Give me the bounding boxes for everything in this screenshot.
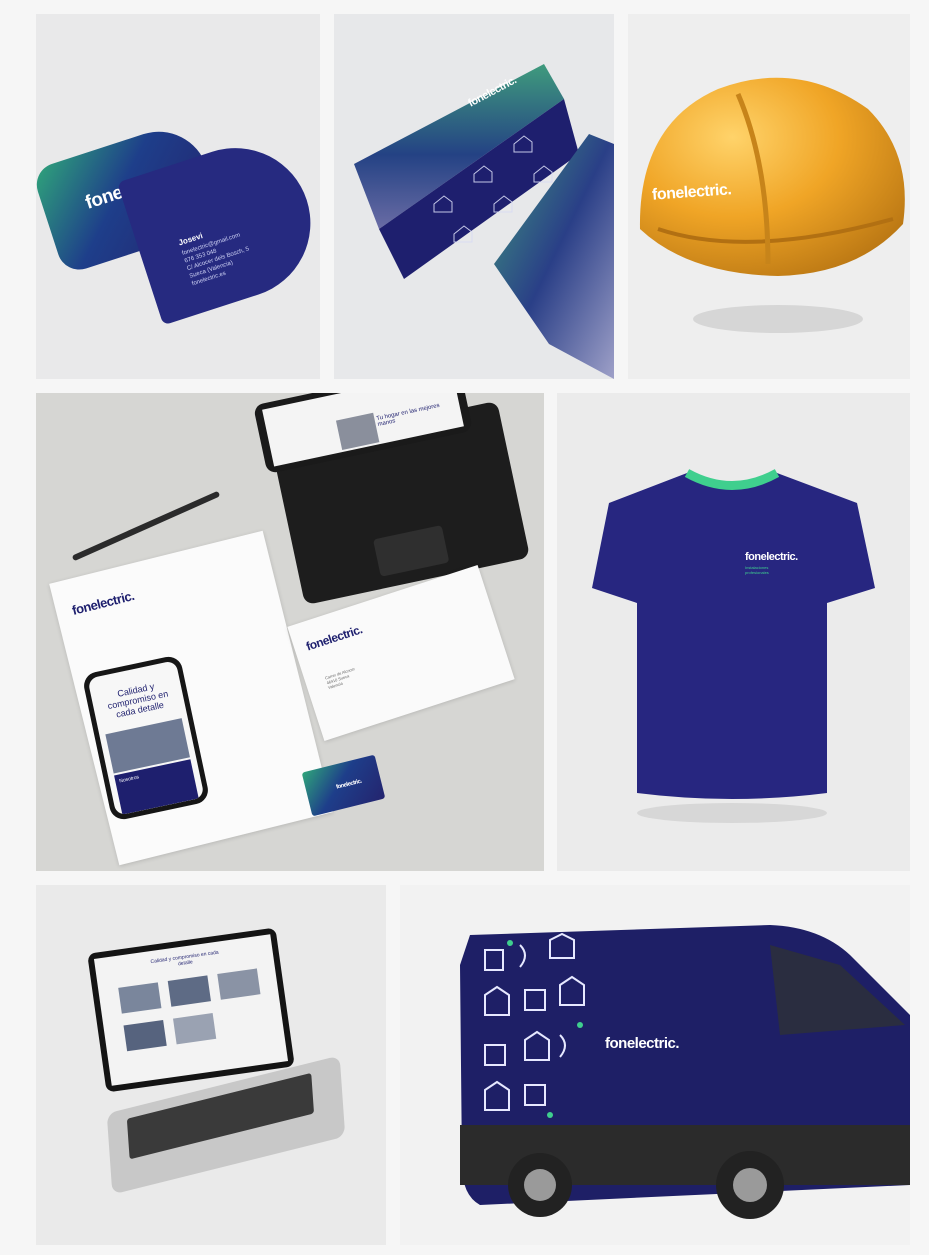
van-logo: fonelectric. bbox=[605, 1035, 680, 1052]
folder-mockup: fonelectric. bbox=[334, 14, 614, 379]
phone-section: Nosotros bbox=[118, 774, 140, 785]
folder-illustration bbox=[354, 64, 614, 379]
stationery-mockup: Tu hogar en las mejores manos fonelectri… bbox=[36, 393, 544, 871]
laptop-mockup: Calidad y compromiso en cada detalle bbox=[36, 885, 386, 1245]
laptop-headline: Calidad y compromiso en cada detalle bbox=[150, 949, 220, 968]
tshirt-logo: fonelectric. bbox=[745, 551, 798, 563]
business-cards-mockup: fonelectric. Josevi fonelectric@gmail.co… bbox=[36, 14, 320, 379]
hard-hat-mockup: fonelectric. bbox=[628, 14, 910, 379]
small-card-logo: fonelectric. bbox=[335, 778, 363, 791]
laptop-screen: Calidad y compromiso en cada detalle bbox=[87, 927, 295, 1093]
van-illustration bbox=[460, 925, 910, 1219]
tshirt-tagline: profesionales bbox=[745, 570, 769, 575]
tshirt-mockup: fonelectric. Instalaciones profesionales bbox=[557, 393, 910, 871]
tablet-headline: Tu hogar en las mejores manos bbox=[375, 402, 441, 429]
letterhead-logo: fonelectric. bbox=[70, 588, 136, 618]
van-mockup: fonelectric. bbox=[400, 885, 910, 1245]
phone-headline: Calidad y compromiso en cada detalle bbox=[106, 681, 170, 720]
tshirt-illustration bbox=[592, 469, 875, 823]
envelope-logo: fonelectric. bbox=[304, 622, 364, 654]
